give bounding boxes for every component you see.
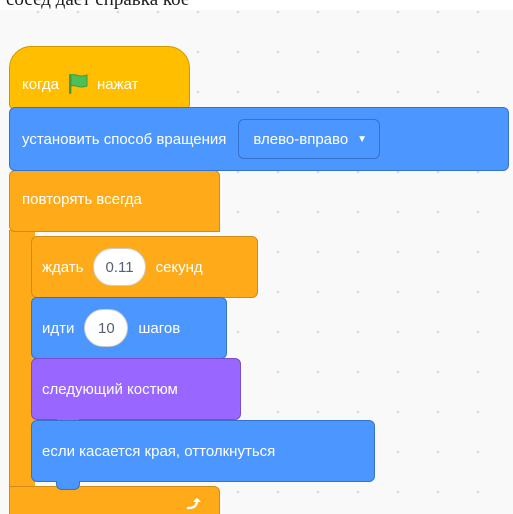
move-steps-input[interactable]: 10 <box>84 309 129 347</box>
chevron-down-icon: ▼ <box>357 133 368 145</box>
rotation-style-value: влево-вправо <box>253 130 349 148</box>
code-workspace[interactable]: повторять всегда когда нажат установить … <box>0 10 513 514</box>
bounce-label: если касается края, оттолкнуться <box>42 442 276 460</box>
wait-label: ждать <box>42 258 84 276</box>
green-flag-icon <box>66 73 90 95</box>
forever-block[interactable]: повторять всегда <box>9 170 220 232</box>
wait-seconds-input[interactable]: 0.11 <box>93 248 146 286</box>
clicked-label: нажат <box>96 75 139 93</box>
loop-arrow-icon <box>185 497 203 513</box>
next-costume-block[interactable]: следующий костюм <box>31 358 241 428</box>
set-rotation-label: установить способ вращения <box>22 130 227 148</box>
seconds-label: секунд <box>155 258 203 276</box>
bounce-notch <box>56 481 80 490</box>
page: сосед дает справка кое повторять всегда … <box>0 0 513 514</box>
steps-label: шагов <box>138 319 181 337</box>
when-label: когда <box>22 75 59 93</box>
next-costume-label: следующий костюм <box>42 380 178 398</box>
set-rotation-style-block[interactable]: установить способ вращения влево-вправо … <box>9 107 509 171</box>
forever-block-bottom[interactable] <box>9 486 220 514</box>
when-flag-clicked-block[interactable]: когда нажат <box>9 46 190 118</box>
rotation-style-dropdown[interactable]: влево-вправо ▼ <box>238 119 381 159</box>
move-label: идти <box>42 319 75 337</box>
forever-label: повторять всегда <box>22 191 142 208</box>
if-on-edge-bounce-block[interactable]: если касается края, оттолкнуться <box>31 420 375 490</box>
move-steps-block[interactable]: идти 10 шагов <box>31 297 227 367</box>
wait-seconds-block[interactable]: ждать 0.11 секунд <box>31 236 258 306</box>
